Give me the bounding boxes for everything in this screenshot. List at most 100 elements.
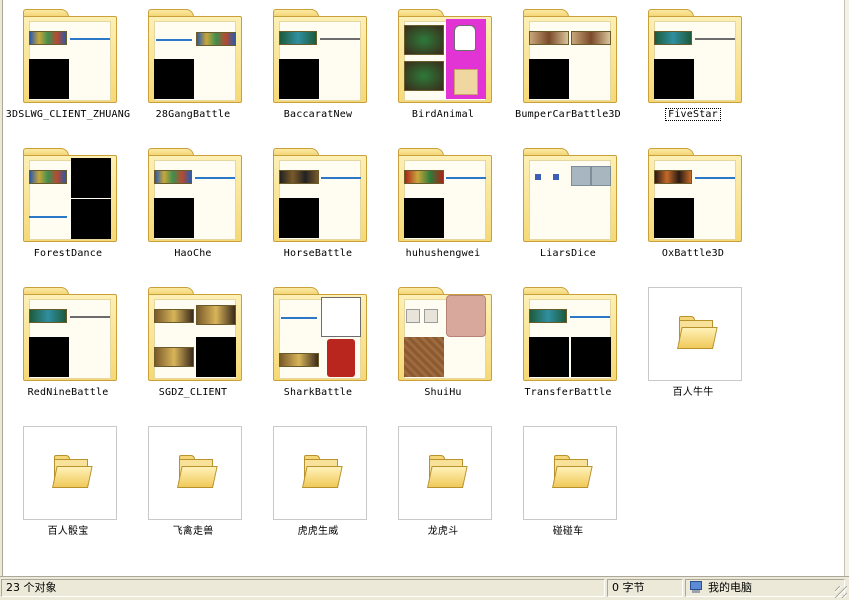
- folder-item-oxbattle3d[interactable]: OxBattle3D: [630, 140, 756, 278]
- folder-thumbnail: [273, 426, 367, 520]
- folder-icon: [23, 9, 117, 103]
- folder-thumbnail: [23, 287, 117, 381]
- folder-icon: [148, 287, 242, 381]
- folder-thumbnail: [398, 287, 492, 381]
- folder-label: 百人骰宝: [47, 526, 89, 537]
- folder-thumbnail: [523, 287, 617, 381]
- my-computer-icon: [689, 581, 703, 594]
- folder-item-28gangbattle[interactable]: 28GangBattle: [130, 1, 256, 139]
- folder-item-birdanimal[interactable]: BirdAnimal: [380, 1, 506, 139]
- folder-item-pengpengche[interactable]: 碰碰车: [505, 418, 631, 556]
- folder-thumbnail: [148, 287, 242, 381]
- folder-icon: [552, 455, 593, 489]
- folder-icon: [398, 148, 492, 242]
- folder-thumbnail: [398, 148, 492, 242]
- folder-icon: [23, 287, 117, 381]
- folder-label: SGDZ_CLIENT: [158, 387, 228, 398]
- folder-item-fivestar[interactable]: FiveStar: [630, 1, 756, 139]
- folder-label: OxBattle3D: [661, 248, 725, 259]
- resize-grip[interactable]: [835, 586, 847, 598]
- folder-item-horsebattle[interactable]: HorseBattle: [255, 140, 381, 278]
- folder-label: ShuiHu: [424, 387, 462, 398]
- folder-label: BirdAnimal: [411, 109, 475, 120]
- folder-icon: [523, 148, 617, 242]
- folder-label: TransferBattle: [524, 387, 612, 398]
- folder-label: 虎虎生威: [297, 526, 339, 537]
- folder-icon: [523, 287, 617, 381]
- folder-label: BaccaratNew: [283, 109, 353, 120]
- folder-label: 28GangBattle: [155, 109, 231, 120]
- folder-label: HaoChe: [174, 248, 212, 259]
- folder-label: LiarsDice: [540, 248, 596, 259]
- folder-icon: [52, 455, 93, 489]
- folder-item-longhudou[interactable]: 龙虎斗: [380, 418, 506, 556]
- folder-label: 碰碰车: [552, 526, 584, 537]
- folder-label: 3DSLWG_CLIENT_ZHUANG: [5, 109, 131, 120]
- window-left-edge: [0, 0, 3, 576]
- folder-item-sharkbattle[interactable]: SharkBattle: [255, 279, 381, 417]
- folder-icon: [427, 455, 468, 489]
- folder-thumbnail: [273, 287, 367, 381]
- folder-thumbnail: [648, 9, 742, 103]
- folder-icon: [398, 287, 492, 381]
- folder-thumbnail: [23, 148, 117, 242]
- folder-thumbnail: [23, 426, 117, 520]
- folder-thumbnail: [23, 9, 117, 103]
- folder-label: 百人牛牛: [672, 387, 714, 398]
- folder-item-huhushengwei[interactable]: huhushengwei: [380, 140, 506, 278]
- folder-label: BumperCarBattle3D: [515, 109, 621, 120]
- folder-icon: [273, 148, 367, 242]
- folder-thumbnail: [398, 9, 492, 103]
- folder-item-redninebattle[interactable]: RedNineBattle: [5, 279, 131, 417]
- folder-thumbnail: [273, 9, 367, 103]
- folder-item-baccaratnew[interactable]: BaccaratNew: [255, 1, 381, 139]
- folder-item-transferbattle[interactable]: TransferBattle: [505, 279, 631, 417]
- folder-item-haoche[interactable]: HaoChe: [130, 140, 256, 278]
- folder-icon: [23, 148, 117, 242]
- folder-thumbnail: [273, 148, 367, 242]
- folder-thumbnail: [148, 9, 242, 103]
- status-bar: 23 个对象 0 字节 我的电脑: [0, 576, 849, 600]
- folder-label: RedNineBattle: [27, 387, 109, 398]
- folder-label: HorseBattle: [283, 248, 353, 259]
- folder-label: 飞禽走兽: [172, 526, 214, 537]
- folder-icon: [302, 455, 343, 489]
- status-object-count: 23 个对象: [1, 579, 605, 597]
- folder-item-liarsdice[interactable]: LiarsDice: [505, 140, 631, 278]
- file-list-view[interactable]: 3DSLWG_CLIENT_ZHUANG 28GangBattle Baccar…: [0, 0, 849, 576]
- window-right-edge: [844, 0, 849, 576]
- folder-icon: [148, 148, 242, 242]
- folder-label: 龙虎斗: [427, 526, 459, 537]
- folder-thumbnail: [148, 148, 242, 242]
- folder-thumbnail: [523, 426, 617, 520]
- folder-icon: [648, 148, 742, 242]
- folder-thumbnail: [148, 426, 242, 520]
- status-location-label: 我的电脑: [708, 581, 752, 594]
- folder-icon: [273, 287, 367, 381]
- folder-icon: [177, 455, 218, 489]
- folder-icon: [677, 316, 718, 350]
- folder-icon: [398, 9, 492, 103]
- folder-item-shuihu[interactable]: ShuiHu: [380, 279, 506, 417]
- folder-icon: [523, 9, 617, 103]
- folder-item-bairen-niuniu[interactable]: 百人牛牛: [630, 279, 756, 417]
- folder-label: FiveStar: [665, 108, 721, 121]
- folder-item-bairen-shaibao[interactable]: 百人骰宝: [5, 418, 131, 556]
- status-size: 0 字节: [607, 579, 683, 597]
- folder-icon: [148, 9, 242, 103]
- folder-item-forestdance[interactable]: ForestDance: [5, 140, 131, 278]
- folder-item-3dslwg-client-zhuang[interactable]: 3DSLWG_CLIENT_ZHUANG: [5, 1, 131, 139]
- folder-item-huhu-shengwei[interactable]: 虎虎生威: [255, 418, 381, 556]
- folder-thumbnail: [523, 148, 617, 242]
- folder-thumbnail: [648, 287, 742, 381]
- folder-icon: [273, 9, 367, 103]
- folder-icon: [648, 9, 742, 103]
- folder-item-sgdz-client[interactable]: SGDZ_CLIENT: [130, 279, 256, 417]
- folder-item-bumpercarbattle3d[interactable]: BumperCarBattle3D: [505, 1, 631, 139]
- folder-thumbnail: [648, 148, 742, 242]
- status-location: 我的电脑: [685, 579, 845, 597]
- folder-item-feiqin-zoushou[interactable]: 飞禽走兽: [130, 418, 256, 556]
- folder-thumbnail: [523, 9, 617, 103]
- folder-label: huhushengwei: [405, 248, 481, 259]
- folder-label: SharkBattle: [283, 387, 353, 398]
